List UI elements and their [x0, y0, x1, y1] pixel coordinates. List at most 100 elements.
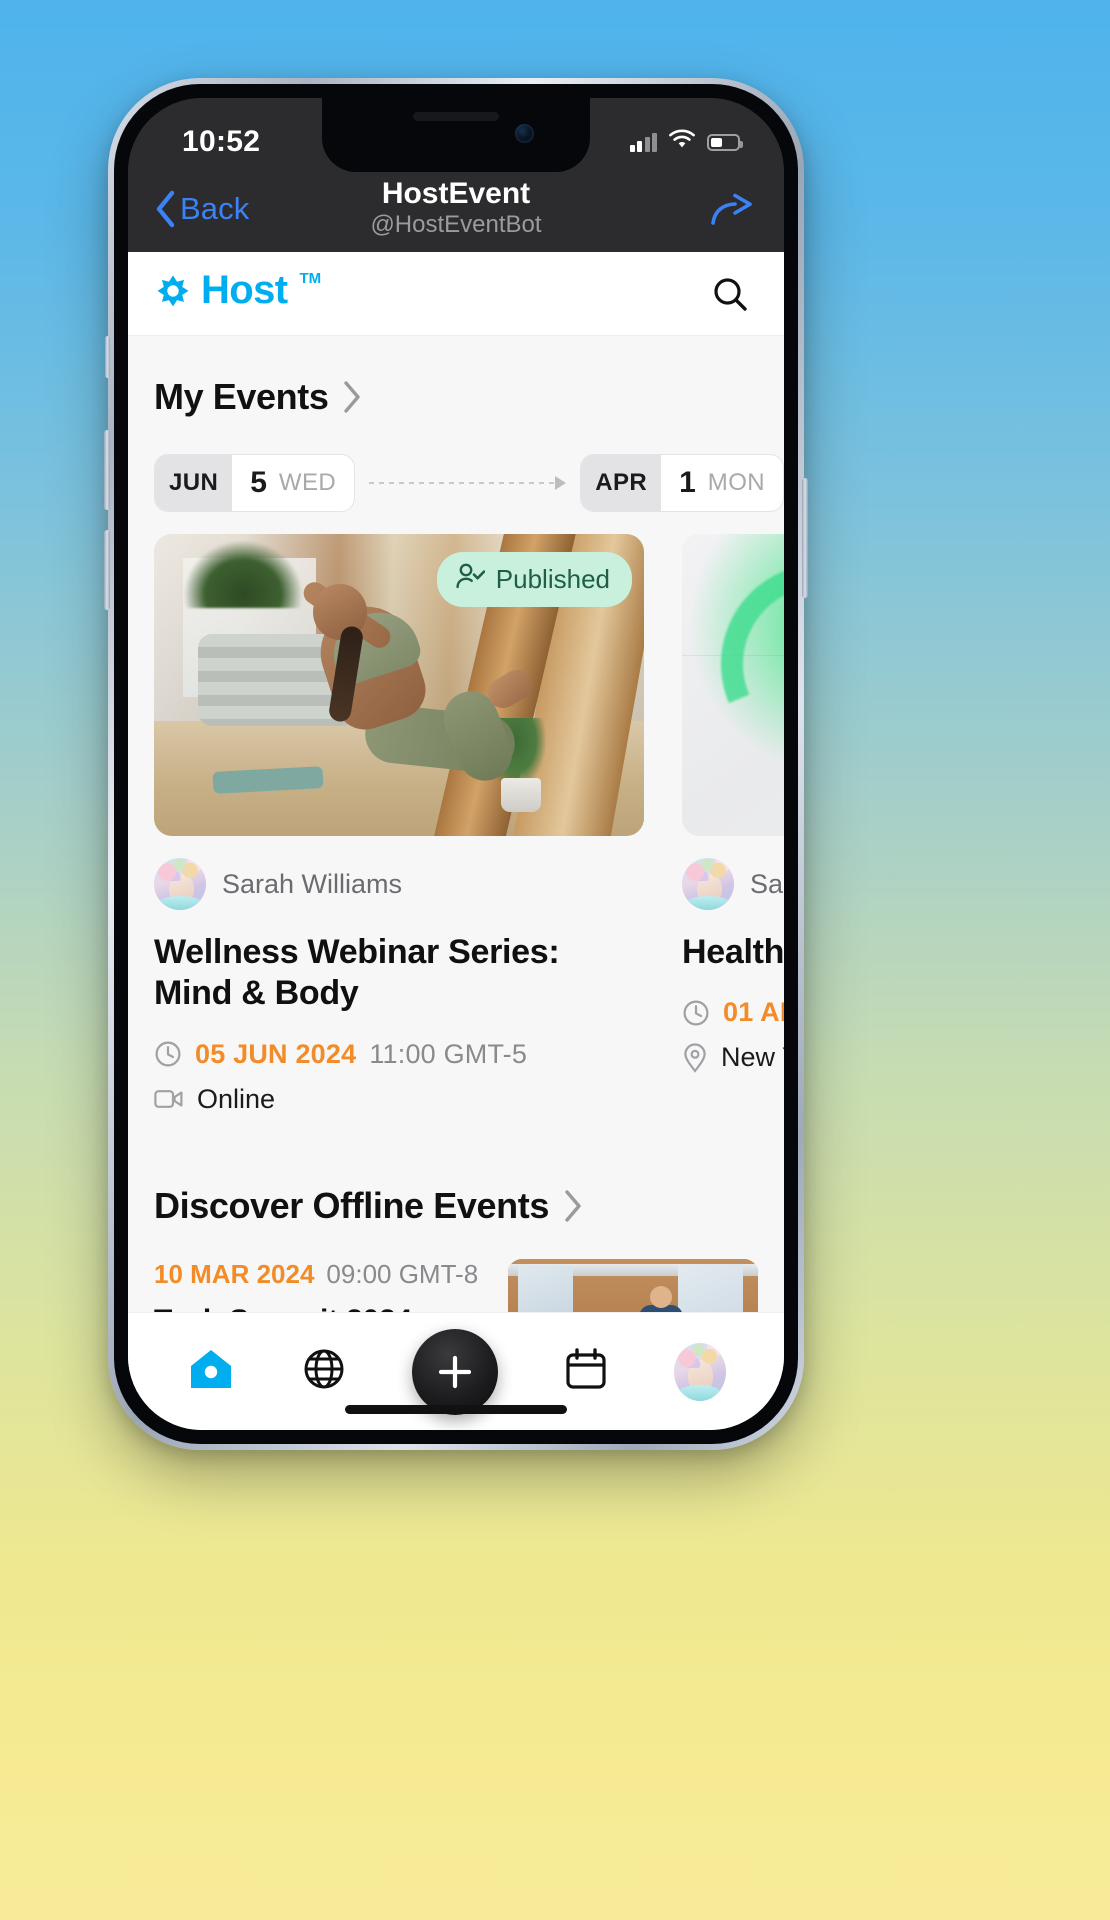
event-datetime-row: 01 APR 2024: [682, 997, 784, 1028]
avatar: [682, 858, 734, 910]
event-location: Online: [197, 1083, 276, 1114]
clock-icon: [154, 1040, 182, 1068]
timeline-connector: [369, 475, 567, 491]
earpiece-speaker: [413, 112, 499, 121]
event-host-name: Sarah Williams: [750, 868, 784, 899]
plus-icon: [438, 1355, 472, 1388]
person-check-icon: [455, 562, 486, 597]
map-pin-icon: [682, 1043, 708, 1073]
discover-item-text: 10 MAR 2024 09:00 GMT-8 Tech Summit 2024…: [154, 1259, 488, 1312]
event-cover-image[interactable]: Published: [154, 534, 644, 836]
event-card-carousel[interactable]: Published Sarah Williams Wellness Webina…: [128, 512, 784, 1115]
search-button[interactable]: [710, 274, 750, 314]
brand-trademark: TM: [299, 270, 322, 287]
chevron-left-icon: [156, 190, 175, 228]
dotted-line: [369, 482, 556, 484]
chevron-right-icon[interactable]: [563, 1189, 583, 1223]
discover-item-date: 10 MAR 2024: [154, 1258, 315, 1289]
date-chip-month: APR: [581, 455, 662, 511]
status-time: 10:52: [182, 125, 261, 158]
tab-profile[interactable]: [673, 1342, 726, 1401]
phone-screen: 10:52 Back HostEvent @HostEventBot Host …: [128, 98, 784, 1430]
discover-header[interactable]: Discover Offline Events: [128, 1115, 784, 1227]
event-location: New York: [721, 1042, 784, 1073]
app-top-bar: Host TM: [128, 252, 784, 336]
video-camera-icon: [154, 1087, 184, 1111]
volume-down-button[interactable]: [104, 530, 110, 610]
discover-item-thumbnail[interactable]: [508, 1258, 758, 1312]
chevron-right-icon[interactable]: [342, 380, 362, 414]
tab-home[interactable]: [186, 1344, 236, 1399]
front-camera: [515, 124, 534, 143]
search-icon: [714, 277, 747, 311]
tab-explore[interactable]: [301, 1346, 347, 1397]
volume-up-button[interactable]: [104, 430, 110, 510]
discover-title: Discover Offline Events: [154, 1184, 549, 1226]
date-chip-row[interactable]: JUN 5 WED APR 1 MON: [128, 418, 784, 512]
brand-name: Host: [201, 268, 288, 312]
silent-switch[interactable]: [105, 336, 110, 378]
home-icon: [186, 1344, 236, 1399]
date-chip-day: 5: [250, 466, 267, 499]
event-location-row: New York: [682, 1042, 784, 1073]
my-events-header[interactable]: My Events: [128, 336, 784, 418]
phone-body: 10:52 Back HostEvent @HostEventBot Host …: [114, 84, 798, 1444]
event-location-row: Online: [154, 1084, 644, 1115]
home-indicator: [345, 1405, 567, 1414]
list-item[interactable]: 10 MAR 2024 09:00 GMT-8 Tech Summit 2024…: [128, 1227, 784, 1312]
avatar-icon: [673, 1342, 726, 1401]
discover-item-when: 10 MAR 2024 09:00 GMT-8: [154, 1259, 488, 1290]
date-chip-weekday: WED: [278, 469, 337, 496]
back-button[interactable]: Back: [154, 190, 249, 228]
share-button[interactable]: [710, 191, 754, 227]
status-badge-label: Published: [495, 564, 610, 594]
telegram-header: Back HostEvent @HostEventBot: [128, 172, 784, 252]
event-meta: 05 JUN 2024 11:00 GMT-5 Online: [154, 1039, 644, 1115]
host-star-logo-icon: [154, 274, 192, 317]
wifi-icon: [668, 129, 696, 155]
status-indicators: [629, 129, 743, 155]
event-date: 01 APR 2024: [723, 997, 784, 1028]
mini-app-webview: Host TM My Events JUN 5 WED APR 1 MON Pu…: [128, 252, 784, 1430]
event-title: Health Expo 2024: [682, 933, 784, 971]
event-date: 05 JUN 2024: [195, 1038, 357, 1069]
device-notch: [322, 98, 590, 172]
tab-calendar[interactable]: [563, 1346, 609, 1397]
date-chip[interactable]: JUN 5 WED: [154, 454, 356, 512]
globe-icon: [301, 1346, 347, 1397]
create-event-button[interactable]: [411, 1328, 498, 1415]
date-chip-weekday: MON: [707, 469, 765, 496]
calendar-icon: [563, 1346, 609, 1397]
date-chip[interactable]: APR 1 MON: [580, 454, 784, 512]
arrow-head-icon: [555, 476, 567, 490]
share-arrow-icon: [711, 193, 752, 225]
event-host-name: Sarah Williams: [222, 868, 403, 899]
clock-icon: [682, 999, 710, 1027]
brand-logo[interactable]: Host TM: [154, 270, 321, 317]
event-card[interactable]: Sarah Williams Health Expo 2024: [682, 534, 784, 1115]
event-card[interactable]: Published Sarah Williams Wellness Webina…: [154, 534, 644, 1115]
date-chip-month: JUN: [155, 455, 233, 511]
discover-item-time: 09:00 GMT-8: [326, 1258, 479, 1289]
date-chip-day: 1: [679, 466, 696, 499]
back-label: Back: [180, 191, 250, 226]
my-events-title: My Events: [154, 376, 329, 417]
power-button[interactable]: [802, 478, 808, 598]
event-meta: 01 APR 2024 New York: [682, 997, 784, 1073]
event-cover-image[interactable]: [682, 534, 784, 836]
battery-icon: [707, 133, 743, 151]
tab-create[interactable]: [411, 1328, 498, 1415]
avatar: [154, 858, 206, 910]
event-host[interactable]: Sarah Williams: [682, 836, 784, 910]
phone-device: 10:52 Back HostEvent @HostEventBot Host …: [104, 78, 808, 1450]
main-scroll-area[interactable]: My Events JUN 5 WED APR 1 MON Published …: [128, 336, 784, 1312]
event-time: 11:00 GMT-5: [369, 1038, 528, 1069]
status-badge: Published: [436, 552, 632, 607]
cellular-signal-icon: [629, 132, 657, 152]
event-datetime-row: 05 JUN 2024 11:00 GMT-5: [154, 1039, 644, 1070]
discover-item-title: Tech Summit 2024: Innovations: [154, 1304, 488, 1312]
event-host[interactable]: Sarah Williams: [154, 836, 644, 910]
abstract-glow-photo: [682, 534, 784, 836]
bottom-tab-bar: [128, 1312, 784, 1430]
event-title: Wellness Webinar Series: Mind & Body: [154, 933, 560, 1013]
